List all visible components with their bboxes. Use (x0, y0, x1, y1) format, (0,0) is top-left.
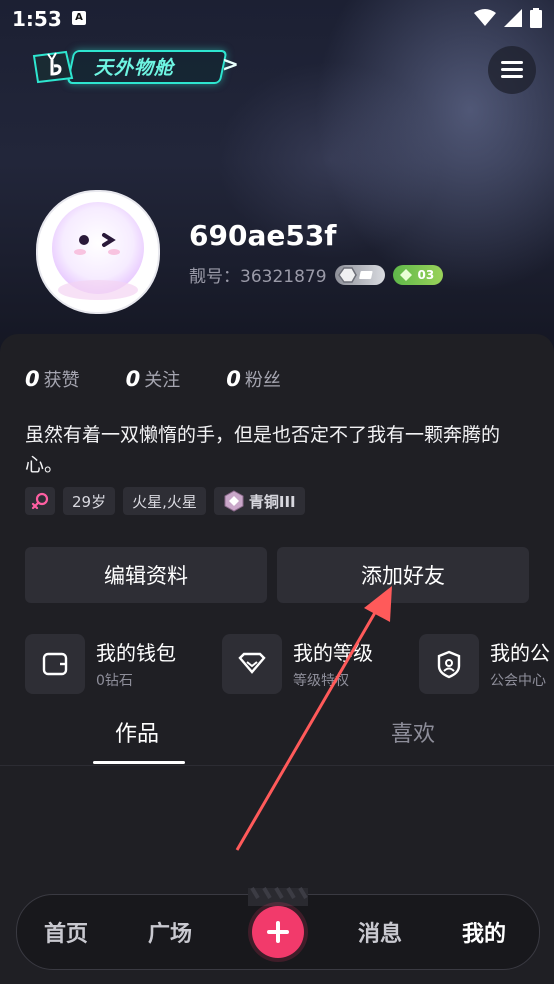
quick-link-title: 我的钱包 (96, 641, 176, 665)
quick-link-title: 我的公 (490, 641, 550, 665)
female-gender-icon (31, 492, 49, 510)
tab-divider (0, 765, 554, 766)
charm-level-number: 03 (417, 267, 435, 282)
notification-icon: A (72, 11, 86, 25)
bronze-rank-icon (224, 490, 244, 512)
nav-mine[interactable]: 我的 (462, 916, 506, 948)
status-icons (474, 8, 542, 28)
username: 690ae53f (189, 219, 337, 252)
nav-home[interactable]: 首页 (44, 916, 88, 948)
stats-row: 0 获赞 0 关注 0 粉丝 (25, 366, 327, 392)
space-capsule-badge[interactable]: 天外物舱 > (26, 44, 239, 88)
stat-following[interactable]: 0 关注 (126, 366, 181, 392)
location-tag: 火星,火星 (123, 487, 206, 515)
nav-plaza[interactable]: 广场 (148, 916, 192, 948)
green-diamond-icon (399, 268, 412, 281)
tab-works[interactable]: 作品 (115, 716, 159, 748)
signal-icon (504, 9, 522, 27)
wealth-level-badge[interactable] (334, 264, 385, 285)
stat-number: 0 (125, 367, 141, 391)
quick-link-guild[interactable]: 我的公 公会中心 (419, 634, 554, 694)
wifi-icon (474, 9, 496, 26)
badge-label: 天外物舱 (94, 57, 175, 79)
tab-likes[interactable]: 喜欢 (391, 716, 435, 748)
plus-icon (267, 921, 289, 943)
account-info-row: 靓号：36321879 03 (189, 262, 443, 287)
rank-tag[interactable]: 青铜III (213, 487, 305, 515)
quick-link-wallet[interactable]: 我的钱包 0钻石 (25, 634, 176, 694)
quick-link-title: 我的等级 (293, 641, 373, 665)
quick-link-subtitle: 0钻石 (96, 673, 133, 689)
ghost-avatar-icon (52, 202, 144, 300)
stat-label: 粉丝 (244, 370, 281, 391)
wallet-icon (25, 634, 85, 694)
quick-link-level[interactable]: 我的等级 等级特权 (222, 634, 373, 694)
add-friend-button[interactable]: 添加好友 (277, 547, 529, 603)
capsule-logo-icon (32, 50, 74, 84)
hexagon-badge-icon (337, 266, 373, 283)
charm-level-badge[interactable]: 03 (392, 264, 443, 285)
quick-link-subtitle: 公会中心 (490, 673, 546, 689)
quick-link-subtitle: 等级特权 (293, 673, 349, 689)
menu-button[interactable] (488, 46, 536, 94)
guild-shield-icon (419, 634, 479, 694)
stat-likes[interactable]: 0 获赞 (25, 366, 80, 392)
status-bar: 1:53 A (0, 0, 554, 36)
stat-number: 0 (25, 367, 40, 391)
chevron-right-icon: > (222, 52, 239, 76)
active-tab-indicator (93, 761, 185, 764)
avatar[interactable] (36, 190, 160, 314)
create-post-button[interactable] (252, 906, 304, 958)
clapperboard-icon (248, 886, 308, 906)
stat-label: 关注 (144, 370, 181, 391)
nav-messages[interactable]: 消息 (358, 916, 402, 948)
profile-tags: 29岁 火星,火星 青铜III (25, 487, 305, 515)
age-tag: 29岁 (63, 487, 116, 515)
edit-profile-button[interactable]: 编辑资料 (25, 547, 267, 603)
gender-tag (25, 487, 55, 515)
account-id: 靓号：36321879 (189, 267, 327, 287)
stat-label: 获赞 (43, 370, 80, 391)
battery-icon (530, 8, 542, 28)
rank-label: 青铜III (248, 492, 296, 511)
status-time: 1:53 (12, 7, 62, 31)
stat-number: 0 (226, 367, 241, 391)
diamond-level-icon (222, 634, 282, 694)
bio-text: 虽然有着一双懒惰的手，但是也否定不了我有一颗奔腾的心。 (25, 424, 501, 476)
stat-fans[interactable]: 0 粉丝 (226, 366, 281, 392)
